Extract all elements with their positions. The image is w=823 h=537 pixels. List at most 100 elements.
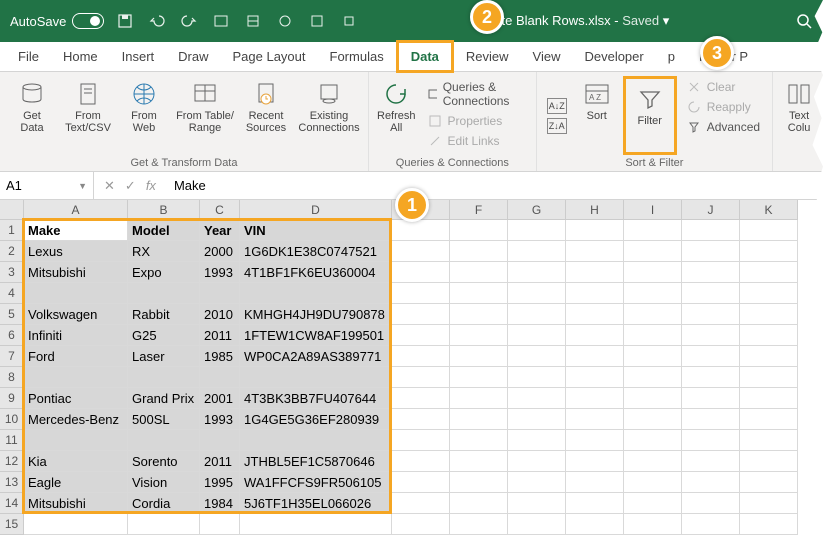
cell[interactable]: JTHBL5EF1C5870646 bbox=[240, 451, 392, 472]
name-box[interactable]: A1▼ bbox=[0, 172, 94, 199]
cell[interactable]: 1G6DK1E38C0747521 bbox=[240, 241, 392, 262]
cell[interactable]: Volkswagen bbox=[24, 304, 128, 325]
cell[interactable] bbox=[624, 241, 682, 262]
cell[interactable]: Grand Prix bbox=[128, 388, 200, 409]
cell[interactable] bbox=[24, 367, 128, 388]
col-header-H[interactable]: H bbox=[566, 200, 624, 220]
cell[interactable]: 1993 bbox=[200, 262, 240, 283]
formula-input[interactable]: Make bbox=[166, 178, 823, 193]
cell[interactable] bbox=[450, 514, 508, 535]
col-header-J[interactable]: J bbox=[682, 200, 740, 220]
cell[interactable]: Vision bbox=[128, 472, 200, 493]
cell[interactable]: VIN bbox=[240, 220, 392, 241]
row-header[interactable]: 15 bbox=[0, 514, 24, 535]
tab-insert[interactable]: Insert bbox=[110, 43, 167, 70]
tab-file[interactable]: File bbox=[6, 43, 51, 70]
cell[interactable]: 1993 bbox=[200, 409, 240, 430]
cell[interactable]: 1FTEW1CW8AF199501 bbox=[240, 325, 392, 346]
cell[interactable]: Rabbit bbox=[128, 304, 200, 325]
col-header-A[interactable]: A bbox=[24, 200, 128, 220]
cell[interactable] bbox=[682, 220, 740, 241]
cell[interactable] bbox=[566, 283, 624, 304]
cell[interactable]: KMHGH4JH9DU790878 bbox=[240, 304, 392, 325]
refresh-all-button[interactable]: Refresh All bbox=[375, 76, 418, 155]
cell[interactable] bbox=[128, 514, 200, 535]
col-header-C[interactable]: C bbox=[200, 200, 240, 220]
cell[interactable] bbox=[566, 367, 624, 388]
cell[interactable] bbox=[624, 304, 682, 325]
cell[interactable] bbox=[740, 367, 798, 388]
cell[interactable] bbox=[450, 409, 508, 430]
existing-connections-button[interactable]: Existing Connections bbox=[296, 76, 362, 155]
cell[interactable] bbox=[240, 430, 392, 451]
cell[interactable] bbox=[682, 304, 740, 325]
cell[interactable] bbox=[392, 241, 450, 262]
cell[interactable] bbox=[740, 220, 798, 241]
cell[interactable] bbox=[392, 430, 450, 451]
cell[interactable] bbox=[566, 388, 624, 409]
cell[interactable] bbox=[450, 346, 508, 367]
autosave-toggle[interactable]: AutoSave bbox=[10, 13, 104, 29]
cell[interactable] bbox=[508, 430, 566, 451]
cell[interactable] bbox=[392, 346, 450, 367]
cell[interactable] bbox=[508, 388, 566, 409]
cell[interactable] bbox=[682, 493, 740, 514]
cell[interactable] bbox=[740, 409, 798, 430]
cell[interactable]: 1985 bbox=[200, 346, 240, 367]
row-header[interactable]: 9 bbox=[0, 388, 24, 409]
col-header-K[interactable]: K bbox=[740, 200, 798, 220]
cell[interactable] bbox=[508, 241, 566, 262]
search-icon[interactable] bbox=[795, 12, 813, 30]
cell[interactable] bbox=[508, 220, 566, 241]
cell[interactable] bbox=[508, 325, 566, 346]
row-header[interactable]: 13 bbox=[0, 472, 24, 493]
row-header[interactable]: 6 bbox=[0, 325, 24, 346]
cell[interactable]: Mitsubishi bbox=[24, 262, 128, 283]
cell[interactable]: 4T1BF1FK6EU360004 bbox=[240, 262, 392, 283]
select-all-corner[interactable] bbox=[0, 200, 24, 220]
cell[interactable]: Eagle bbox=[24, 472, 128, 493]
cell[interactable]: Pontiac bbox=[24, 388, 128, 409]
cell[interactable] bbox=[740, 346, 798, 367]
cell[interactable] bbox=[240, 367, 392, 388]
sort-asc-button[interactable]: A↓Z bbox=[547, 98, 567, 114]
cell[interactable] bbox=[682, 367, 740, 388]
text-to-columns-button[interactable]: Text Colu bbox=[779, 76, 819, 169]
row-header[interactable]: 3 bbox=[0, 262, 24, 283]
qat-icon-5[interactable] bbox=[340, 12, 358, 30]
cell[interactable] bbox=[450, 220, 508, 241]
cell[interactable] bbox=[740, 262, 798, 283]
cell[interactable] bbox=[508, 346, 566, 367]
cell[interactable] bbox=[624, 430, 682, 451]
get-data-button[interactable]: Get Data bbox=[6, 76, 58, 155]
row-header[interactable]: 5 bbox=[0, 304, 24, 325]
cell[interactable] bbox=[240, 514, 392, 535]
cell[interactable] bbox=[740, 388, 798, 409]
cell[interactable] bbox=[624, 493, 682, 514]
cell[interactable] bbox=[392, 367, 450, 388]
cell[interactable]: Cordia bbox=[128, 493, 200, 514]
cell[interactable]: 5J6TF1H35EL066026 bbox=[240, 493, 392, 514]
cell[interactable]: 2011 bbox=[200, 325, 240, 346]
cell[interactable] bbox=[24, 514, 128, 535]
cell[interactable] bbox=[200, 514, 240, 535]
cell[interactable] bbox=[128, 367, 200, 388]
cell[interactable] bbox=[392, 472, 450, 493]
cell[interactable] bbox=[682, 472, 740, 493]
fx-icon[interactable]: fx bbox=[146, 178, 156, 193]
cell[interactable] bbox=[508, 514, 566, 535]
undo-icon[interactable] bbox=[148, 12, 166, 30]
cell[interactable]: Lexus bbox=[24, 241, 128, 262]
cell[interactable] bbox=[624, 409, 682, 430]
row-header[interactable]: 7 bbox=[0, 346, 24, 367]
cell[interactable]: 4T3BK3BB7FU407644 bbox=[240, 388, 392, 409]
cell[interactable]: 1984 bbox=[200, 493, 240, 514]
cell[interactable] bbox=[508, 409, 566, 430]
cell[interactable] bbox=[24, 430, 128, 451]
cell[interactable] bbox=[450, 325, 508, 346]
cell[interactable] bbox=[200, 430, 240, 451]
cell[interactable] bbox=[566, 304, 624, 325]
cell[interactable]: 1G4GE5G36EF280939 bbox=[240, 409, 392, 430]
cell[interactable] bbox=[740, 283, 798, 304]
cell[interactable]: Year bbox=[200, 220, 240, 241]
